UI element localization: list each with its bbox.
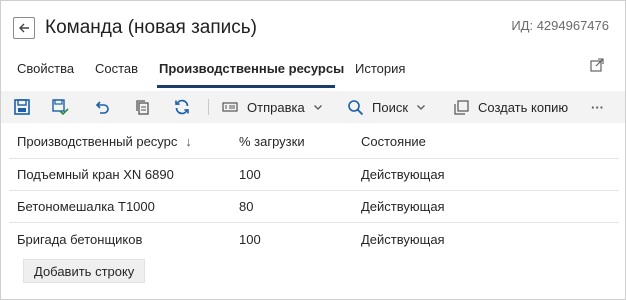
toolbar: Отправка Поиск Создать копию ···: [1, 91, 625, 123]
tab-composition[interactable]: Состав: [95, 61, 138, 76]
more-button[interactable]: ···: [591, 91, 604, 123]
column-header-label: Производственный ресурс: [17, 134, 178, 149]
more-icon: ···: [591, 99, 604, 115]
table-row[interactable]: Бригада бетонщиков 100 Действующая: [9, 223, 619, 255]
arrow-left-icon: [19, 23, 29, 33]
refresh-button[interactable]: [173, 91, 191, 123]
table-row[interactable]: Бетономешалка T1000 80 Действующая: [9, 191, 619, 223]
tab-bar: Свойства Состав Производственные ресурсы…: [1, 53, 625, 88]
resource-cell: Бетономешалка T1000: [17, 199, 155, 214]
column-header-load[interactable]: % загрузки: [239, 125, 305, 158]
table-row[interactable]: Подъемный кран XN 6890 100 Действующая: [9, 159, 619, 191]
save-and-close-button[interactable]: [51, 91, 69, 123]
send-label: Отправка: [247, 99, 305, 115]
undo-icon: [95, 101, 109, 114]
resources-grid: Производственный ресурс ↓ % загрузки Сос…: [9, 125, 619, 255]
tab-properties[interactable]: Свойства: [17, 61, 74, 76]
sort-descending-icon: ↓: [185, 134, 192, 149]
column-header-resource[interactable]: Производственный ресурс ↓: [17, 125, 192, 158]
state-cell: Действующая: [361, 199, 445, 214]
state-cell: Действующая: [361, 167, 445, 182]
search-label: Поиск: [372, 99, 409, 115]
resource-cell: Подъемный кран XN 6890: [17, 167, 174, 182]
open-in-new-window-icon[interactable]: [589, 57, 605, 73]
toolbar-separator: [208, 99, 209, 115]
search-menu-button[interactable]: Поиск: [347, 91, 426, 123]
state-cell: Действующая: [361, 231, 445, 247]
add-row-button[interactable]: Добавить строку: [23, 259, 146, 283]
column-header-state[interactable]: Состояние: [361, 125, 426, 158]
copy-icon: [136, 100, 149, 115]
tab-history[interactable]: История: [355, 61, 405, 76]
resource-cell: Бригада бетонщиков: [17, 231, 143, 247]
undo-button[interactable]: [93, 91, 111, 123]
back-button[interactable]: [13, 17, 35, 39]
send-menu-button[interactable]: Отправка: [221, 91, 323, 123]
refresh-icon: [175, 99, 189, 115]
send-icon: [222, 102, 238, 112]
form-window: Команда (новая запись) ИД: 4294967476 Св…: [0, 0, 626, 300]
active-tab-indicator: [157, 85, 335, 88]
chevron-down-icon: [417, 105, 425, 110]
copy-button[interactable]: [133, 91, 151, 123]
create-copy-label: Создать копию: [478, 99, 569, 115]
grid-header-row: Производственный ресурс ↓ % загрузки Сос…: [9, 125, 619, 159]
chevron-down-icon: [313, 105, 322, 110]
save-button[interactable]: [13, 91, 31, 123]
save-and-close-icon: [52, 99, 69, 116]
load-cell: 80: [239, 199, 254, 214]
tab-production-resources[interactable]: Производственные ресурсы: [159, 61, 344, 76]
create-copy-button[interactable]: Создать копию: [453, 91, 568, 123]
load-cell: 100: [239, 231, 261, 247]
duplicate-icon: [454, 99, 469, 115]
page-title: Команда (новая запись): [45, 17, 257, 38]
form-header: Команда (новая запись): [13, 15, 257, 41]
save-icon: [14, 99, 30, 115]
search-icon: [348, 99, 364, 115]
record-id: ИД: 4294967476: [511, 18, 609, 33]
load-cell: 100: [239, 167, 261, 182]
